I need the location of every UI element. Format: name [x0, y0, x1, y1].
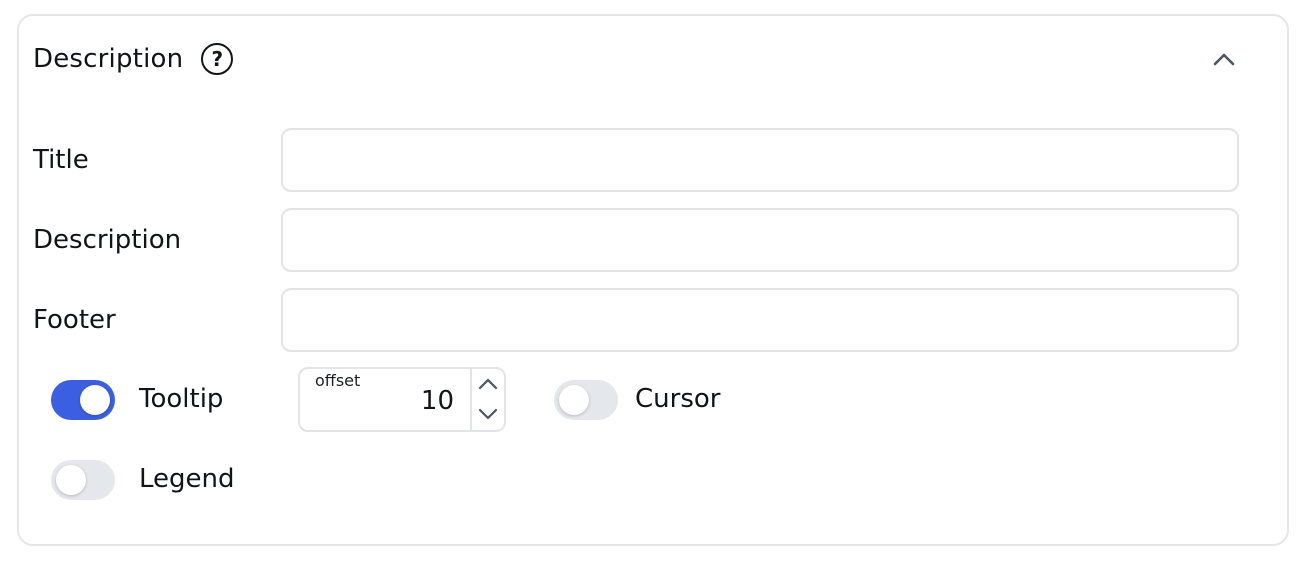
decrement-button[interactable]: [472, 399, 504, 429]
description-input[interactable]: [281, 208, 1239, 272]
increment-button[interactable]: [472, 369, 504, 399]
legend-toggle[interactable]: [51, 460, 115, 500]
toggle-knob: [559, 385, 589, 415]
footer-input[interactable]: [281, 288, 1239, 352]
legend-label: Legend: [139, 464, 235, 494]
tooltip-toggle[interactable]: [51, 380, 115, 420]
footer-label: Footer: [33, 305, 116, 335]
description-row: Description: [33, 208, 1239, 272]
offset-label: offset: [315, 371, 361, 390]
cursor-label: Cursor: [635, 384, 721, 414]
title-input[interactable]: [281, 128, 1239, 192]
chevron-up-icon: [478, 378, 498, 390]
question-circle-icon[interactable]: ?: [201, 43, 234, 75]
section-title: Description: [33, 44, 184, 74]
toggle-knob: [56, 465, 86, 495]
title-label: Title: [33, 145, 89, 175]
cursor-toggle[interactable]: [554, 380, 618, 420]
tooltip-label: Tooltip: [139, 384, 224, 414]
footer-row: Footer: [33, 288, 1239, 352]
offset-stepper[interactable]: offset 10: [298, 367, 506, 432]
toggle-knob: [80, 385, 110, 415]
stepper-buttons: [470, 369, 504, 430]
section-header[interactable]: Description ?: [33, 38, 1239, 80]
chevron-up-icon[interactable]: [1209, 44, 1239, 74]
description-label: Description: [33, 225, 182, 255]
chevron-down-icon: [478, 408, 498, 420]
title-row: Title: [33, 128, 1239, 192]
offset-value[interactable]: 10: [421, 386, 454, 416]
